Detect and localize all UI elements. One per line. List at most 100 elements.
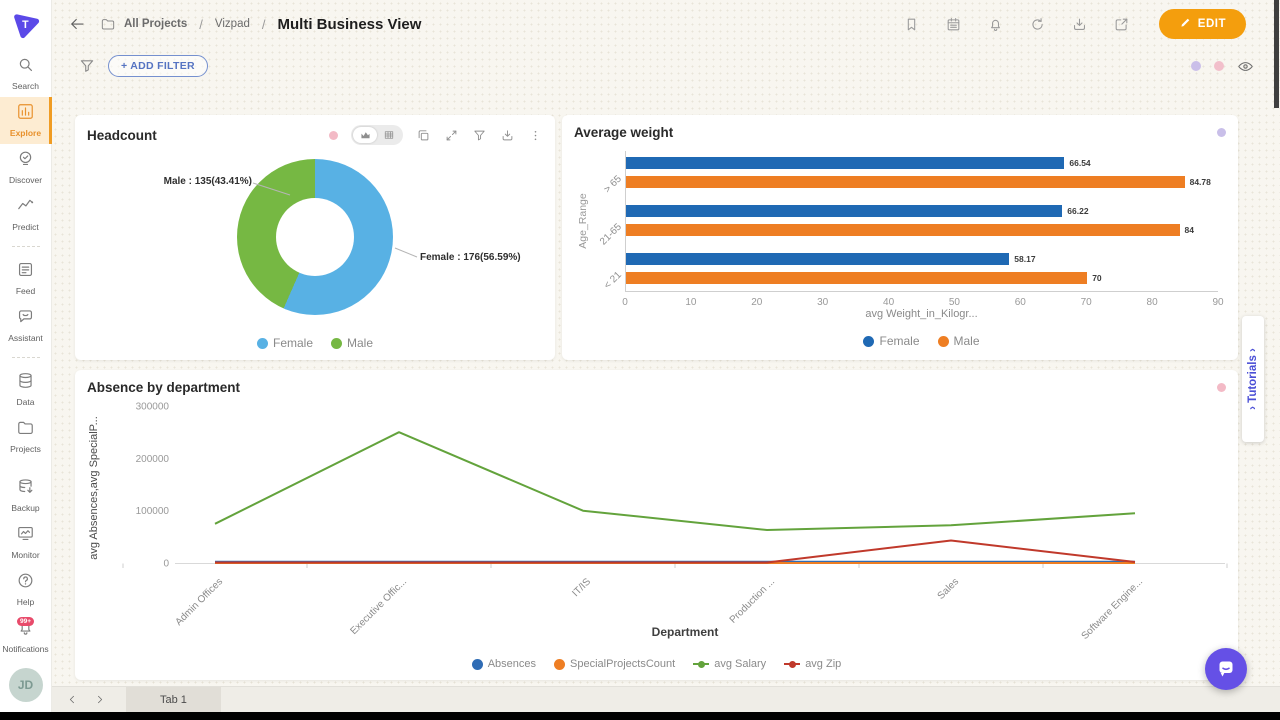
app-window: T Search Explore Discover Predict Feed A… [0, 0, 1280, 720]
x-tick-label: 50 [949, 297, 960, 308]
data-icon [16, 371, 35, 395]
chart-view-icon[interactable] [353, 127, 377, 143]
breadcrumb-vizpad[interactable]: Vizpad [215, 18, 250, 30]
expand-icon[interactable] [444, 128, 459, 143]
sidebar-item-help[interactable]: Help [0, 566, 52, 613]
legend-label: avg Zip [805, 658, 841, 670]
chart-table-toggle[interactable] [351, 125, 403, 145]
status-dot [1217, 128, 1226, 137]
x-tick-label: 10 [685, 297, 696, 308]
eye-icon[interactable] [1237, 58, 1254, 75]
edit-button[interactable]: EDIT [1159, 9, 1246, 39]
headcount-card: Headcount [75, 115, 555, 360]
bar-Female-1[interactable] [626, 205, 1062, 217]
legend-label: Female [879, 334, 919, 348]
sidebar-item-monitor[interactable]: Monitor [0, 519, 52, 566]
tutorials-button[interactable]: › Tutorials › [1242, 316, 1264, 442]
add-filter-button[interactable]: + ADD FILTER [108, 55, 208, 77]
donut-ring[interactable] [237, 159, 393, 315]
legend-item-SpecialProjectsCount[interactable]: SpecialProjectsCount [554, 658, 675, 670]
table-view-icon[interactable] [377, 127, 401, 143]
legend-item-Female[interactable]: Female [863, 334, 919, 348]
chart-title: Average weight [574, 125, 673, 140]
breadcrumb-all-projects[interactable]: All Projects [124, 18, 187, 30]
x-tick-label: 40 [883, 297, 894, 308]
sidebar-item-label: Notifications [2, 644, 48, 654]
legend-item-Female[interactable]: Female [257, 336, 313, 350]
share-icon[interactable] [1113, 16, 1130, 33]
bar-y-axis-label: Age_Range [577, 193, 589, 248]
sidebar-item-label: Monitor [11, 550, 39, 560]
refresh-icon[interactable] [1029, 16, 1046, 33]
legend-swatch [554, 659, 565, 670]
sidebar-item-notifications[interactable]: 99+ Notifications [0, 613, 52, 660]
line-series-avg Zip[interactable] [215, 541, 1135, 563]
chart-download-icon[interactable] [500, 128, 515, 143]
filter-funnel-icon[interactable] [78, 57, 96, 75]
pencil-icon [1179, 16, 1192, 32]
legend-label: avg Salary [714, 658, 766, 670]
back-arrow-icon[interactable] [68, 15, 86, 33]
search-icon [16, 55, 35, 79]
legend-item-Absences[interactable]: Absences [472, 658, 536, 670]
bell-icon[interactable] [987, 16, 1004, 33]
pink-indicator-dot[interactable] [1214, 61, 1224, 71]
legend-item-avg Zip[interactable]: avg Zip [784, 658, 841, 670]
sidebar-item-feed[interactable]: Feed [0, 255, 52, 302]
legend-swatch [784, 663, 800, 665]
bar-Female-2[interactable] [626, 253, 1009, 265]
download-icon[interactable] [1071, 16, 1088, 33]
app-logo-icon[interactable]: T [0, 0, 52, 50]
legend-item-avg Salary[interactable]: avg Salary [693, 658, 766, 670]
sidebar-item-label: Discover [9, 175, 42, 185]
bar-value-label: 84.78 [1190, 176, 1211, 188]
legend-item-Male[interactable]: Male [938, 334, 980, 348]
bar-Male-2[interactable] [626, 272, 1087, 284]
bar-value-label: 84 [1185, 224, 1194, 236]
x-category-label: Sales [936, 576, 961, 601]
bar-value-label: 70 [1092, 272, 1101, 284]
breadcrumb-separator: / [262, 17, 266, 32]
sidebar-item-discover[interactable]: Discover [0, 144, 52, 191]
legend-label: SpecialProjectsCount [570, 658, 675, 670]
x-tick-label: 20 [751, 297, 762, 308]
legend-item-Male[interactable]: Male [331, 336, 373, 350]
tab-next-icon[interactable] [93, 693, 106, 706]
bar-Female-0[interactable] [626, 157, 1064, 169]
sidebar-item-search[interactable]: Search [0, 50, 52, 97]
line-series-avg Salary[interactable] [215, 432, 1135, 530]
bar-value-label: 58.17 [1014, 253, 1035, 265]
scrollbar-thumb[interactable] [1274, 0, 1279, 108]
sidebar: T Search Explore Discover Predict Feed A… [0, 0, 52, 712]
y-tick-label: 0 [163, 559, 169, 570]
sidebar-item-label: Help [17, 597, 34, 607]
chart-filter-icon[interactable] [472, 128, 487, 143]
user-avatar[interactable]: JD [9, 668, 43, 702]
line-y-axis-label: avg Absences,avg SpecialP... [88, 416, 100, 560]
purple-indicator-dot[interactable] [1191, 61, 1201, 71]
top-bar: All Projects / Vizpad / Multi Business V… [52, 0, 1280, 48]
projects-icon [16, 418, 35, 442]
copy-icon[interactable] [416, 128, 431, 143]
chart-title: Headcount [87, 128, 157, 143]
chat-bubble-button[interactable] [1205, 648, 1247, 690]
bar-Male-1[interactable] [626, 224, 1180, 236]
kebab-menu-icon[interactable] [528, 128, 543, 143]
sidebar-item-assistant[interactable]: Assistant [0, 302, 52, 349]
y-tick-label: 100000 [136, 506, 170, 517]
x-tick-label: 80 [1147, 297, 1158, 308]
bookmark-icon[interactable] [903, 16, 920, 33]
tab-1[interactable]: Tab 1 [126, 687, 221, 713]
tab-prev-icon[interactable] [66, 693, 79, 706]
pie-label-female: Female : 176(56.59%) [420, 252, 521, 263]
bar-Male-0[interactable] [626, 176, 1185, 188]
calendar-icon[interactable] [945, 16, 962, 33]
average-weight-card: Average weight 66.54 84.78 66.22 84 58.1… [562, 115, 1238, 360]
assistant-icon [16, 307, 35, 331]
sidebar-item-backup[interactable]: Backup [0, 472, 52, 519]
sidebar-item-data[interactable]: Data [0, 366, 52, 413]
folder-icon[interactable] [100, 16, 116, 32]
sidebar-item-predict[interactable]: Predict [0, 191, 52, 238]
sidebar-item-explore[interactable]: Explore [0, 97, 52, 144]
sidebar-item-projects[interactable]: Projects [0, 413, 52, 460]
